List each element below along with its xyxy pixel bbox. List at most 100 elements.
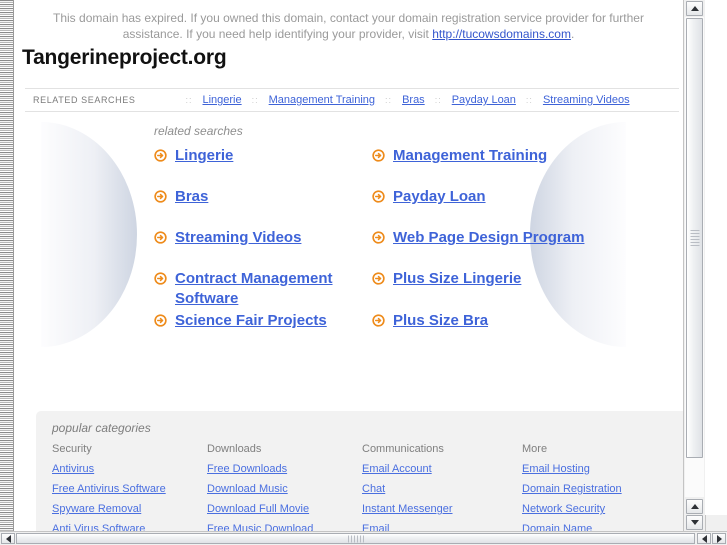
caret-right-icon — [716, 534, 722, 543]
arrow-circle-right-icon — [154, 190, 167, 203]
nav-link-lingerie[interactable]: Lingerie — [202, 94, 241, 106]
domain-expiry-notice: This domain has expired. If you owned th… — [14, 10, 683, 42]
horizontal-scrollbar-thumb[interactable] — [16, 533, 695, 544]
scroll-right-button[interactable] — [712, 533, 726, 544]
related-link-item[interactable]: Payday Loan — [372, 185, 604, 226]
related-link-item[interactable]: Streaming Videos — [154, 226, 372, 267]
category-link-free-antivirus-software[interactable]: Free Antivirus Software — [52, 483, 207, 495]
related-searches-section: related searches Lingerie Management Tra… — [14, 112, 683, 397]
category-column-security: Security Antivirus Free Antivirus Softwa… — [52, 443, 207, 531]
arrow-circle-right-icon — [154, 272, 167, 285]
tucowsdomains-link[interactable]: http://tucowsdomains.com — [432, 27, 571, 41]
category-link-download-full-movie[interactable]: Download Full Movie — [207, 503, 362, 515]
caret-up-icon — [690, 504, 699, 509]
nav-separator: :: — [251, 95, 259, 105]
scrollbar-corner — [705, 515, 727, 531]
caret-down-icon — [690, 520, 699, 525]
category-column-communications: Communications Email Account Chat Instan… — [362, 443, 522, 531]
category-link-email-hosting[interactable]: Email Hosting — [522, 463, 682, 475]
arrow-circle-right-icon — [372, 190, 385, 203]
related-link-bras[interactable]: Bras — [175, 187, 208, 207]
related-link-science-fair-projects[interactable]: Science Fair Projects — [175, 311, 327, 331]
left-decoration-shape — [41, 122, 137, 347]
left-texture-rail — [0, 0, 14, 531]
related-link-management-training[interactable]: Management Training — [393, 146, 547, 166]
arrow-circle-right-icon — [154, 314, 167, 327]
category-link-anti-virus-software[interactable]: Anti Virus Software — [52, 523, 207, 531]
nav-separator: :: — [525, 95, 533, 105]
related-link-item[interactable]: Management Training — [372, 144, 604, 185]
arrow-circle-right-icon — [154, 231, 167, 244]
related-link-item[interactable]: Science Fair Projects — [154, 309, 372, 350]
arrow-circle-right-icon — [372, 272, 385, 285]
nav-link-payday-loan[interactable]: Payday Loan — [452, 94, 516, 106]
category-link-free-music-download[interactable]: Free Music Download — [207, 523, 362, 531]
related-link-item[interactable]: Plus Size Lingerie — [372, 267, 604, 309]
category-column-downloads: Downloads Free Downloads Download Music … — [207, 443, 362, 531]
vertical-scrollbar-thumb[interactable] — [686, 18, 703, 458]
related-link-lingerie[interactable]: Lingerie — [175, 146, 233, 166]
scroll-left-button-secondary[interactable] — [697, 533, 711, 544]
nav-separator: :: — [434, 95, 442, 105]
page-content: This domain has expired. If you owned th… — [14, 0, 689, 531]
category-link-instant-messenger[interactable]: Instant Messenger — [362, 503, 522, 515]
related-searches-label: RELATED SEARCHES — [33, 95, 136, 105]
notice-line-2-suffix: . — [570, 27, 575, 41]
category-link-spyware-removal[interactable]: Spyware Removal — [52, 503, 207, 515]
related-link-plus-size-bra[interactable]: Plus Size Bra — [393, 311, 488, 331]
related-searches-heading: related searches — [154, 124, 243, 138]
scrollbar-grip-icon — [347, 535, 364, 542]
category-link-network-security[interactable]: Network Security — [522, 503, 682, 515]
horizontal-scrollbar[interactable] — [0, 531, 727, 545]
caret-left-icon — [5, 534, 11, 543]
category-link-free-downloads[interactable]: Free Downloads — [207, 463, 362, 475]
nav-separator: :: — [385, 95, 393, 105]
arrow-circle-right-icon — [372, 314, 385, 327]
related-link-item[interactable]: Plus Size Bra — [372, 309, 604, 350]
category-link-domain-name[interactable]: Domain Name — [522, 523, 682, 531]
scrollbar-grip-icon — [690, 230, 699, 246]
nav-separator: :: — [185, 95, 193, 105]
category-link-email[interactable]: Email — [362, 523, 522, 531]
browser-viewport: This domain has expired. If you owned th… — [0, 0, 727, 545]
notice-line-2-prefix: assistance. If you need help identifying… — [122, 27, 433, 41]
related-link-web-page-design-program[interactable]: Web Page Design Program — [393, 228, 584, 248]
related-link-contract-management-software[interactable]: Contract Management Software — [175, 269, 372, 309]
related-link-streaming-videos[interactable]: Streaming Videos — [175, 228, 301, 248]
related-link-item[interactable]: Contract Management Software — [154, 267, 372, 309]
related-link-item[interactable]: Lingerie — [154, 144, 372, 185]
arrow-circle-right-icon — [154, 149, 167, 162]
arrow-circle-right-icon — [372, 231, 385, 244]
vertical-scrollbar[interactable] — [683, 0, 705, 531]
category-heading: Downloads — [207, 443, 262, 455]
scroll-down-button[interactable] — [686, 515, 703, 530]
category-link-chat[interactable]: Chat — [362, 483, 522, 495]
nav-link-management-training[interactable]: Management Training — [269, 94, 375, 106]
nav-link-streaming-videos[interactable]: Streaming Videos — [543, 94, 630, 106]
related-link-item[interactable]: Web Page Design Program — [372, 226, 604, 267]
page-frame: This domain has expired. If you owned th… — [14, 0, 705, 531]
scroll-up-button-secondary[interactable] — [686, 499, 703, 514]
scroll-left-button[interactable] — [1, 533, 15, 544]
popular-categories-panel: popular categories Security Antivirus Fr… — [36, 411, 689, 531]
page-title: Tangerineproject.org — [22, 46, 227, 69]
category-heading: More — [522, 443, 548, 455]
notice-line-1: This domain has expired. If you owned th… — [53, 11, 644, 25]
related-link-payday-loan[interactable]: Payday Loan — [393, 187, 486, 207]
category-link-domain-registration[interactable]: Domain Registration — [522, 483, 682, 495]
popular-categories-heading: popular categories — [52, 421, 151, 435]
category-link-email-account[interactable]: Email Account — [362, 463, 522, 475]
related-link-plus-size-lingerie[interactable]: Plus Size Lingerie — [393, 269, 521, 289]
category-heading: Security — [52, 443, 92, 455]
scroll-up-button[interactable] — [686, 1, 703, 16]
nav-link-bras[interactable]: Bras — [402, 94, 425, 106]
category-heading: Communications — [362, 443, 444, 455]
caret-up-icon — [690, 6, 699, 11]
category-link-download-music[interactable]: Download Music — [207, 483, 362, 495]
popular-categories-grid: Security Antivirus Free Antivirus Softwa… — [52, 443, 673, 531]
related-link-item[interactable]: Bras — [154, 185, 372, 226]
category-link-antivirus[interactable]: Antivirus — [52, 463, 207, 475]
category-column-more: More Email Hosting Domain Registration N… — [522, 443, 682, 531]
related-searches-navbar: RELATED SEARCHES :: Lingerie :: Manageme… — [25, 88, 679, 112]
related-searches-links-grid: Lingerie Management Training Bras Payday… — [154, 144, 604, 350]
